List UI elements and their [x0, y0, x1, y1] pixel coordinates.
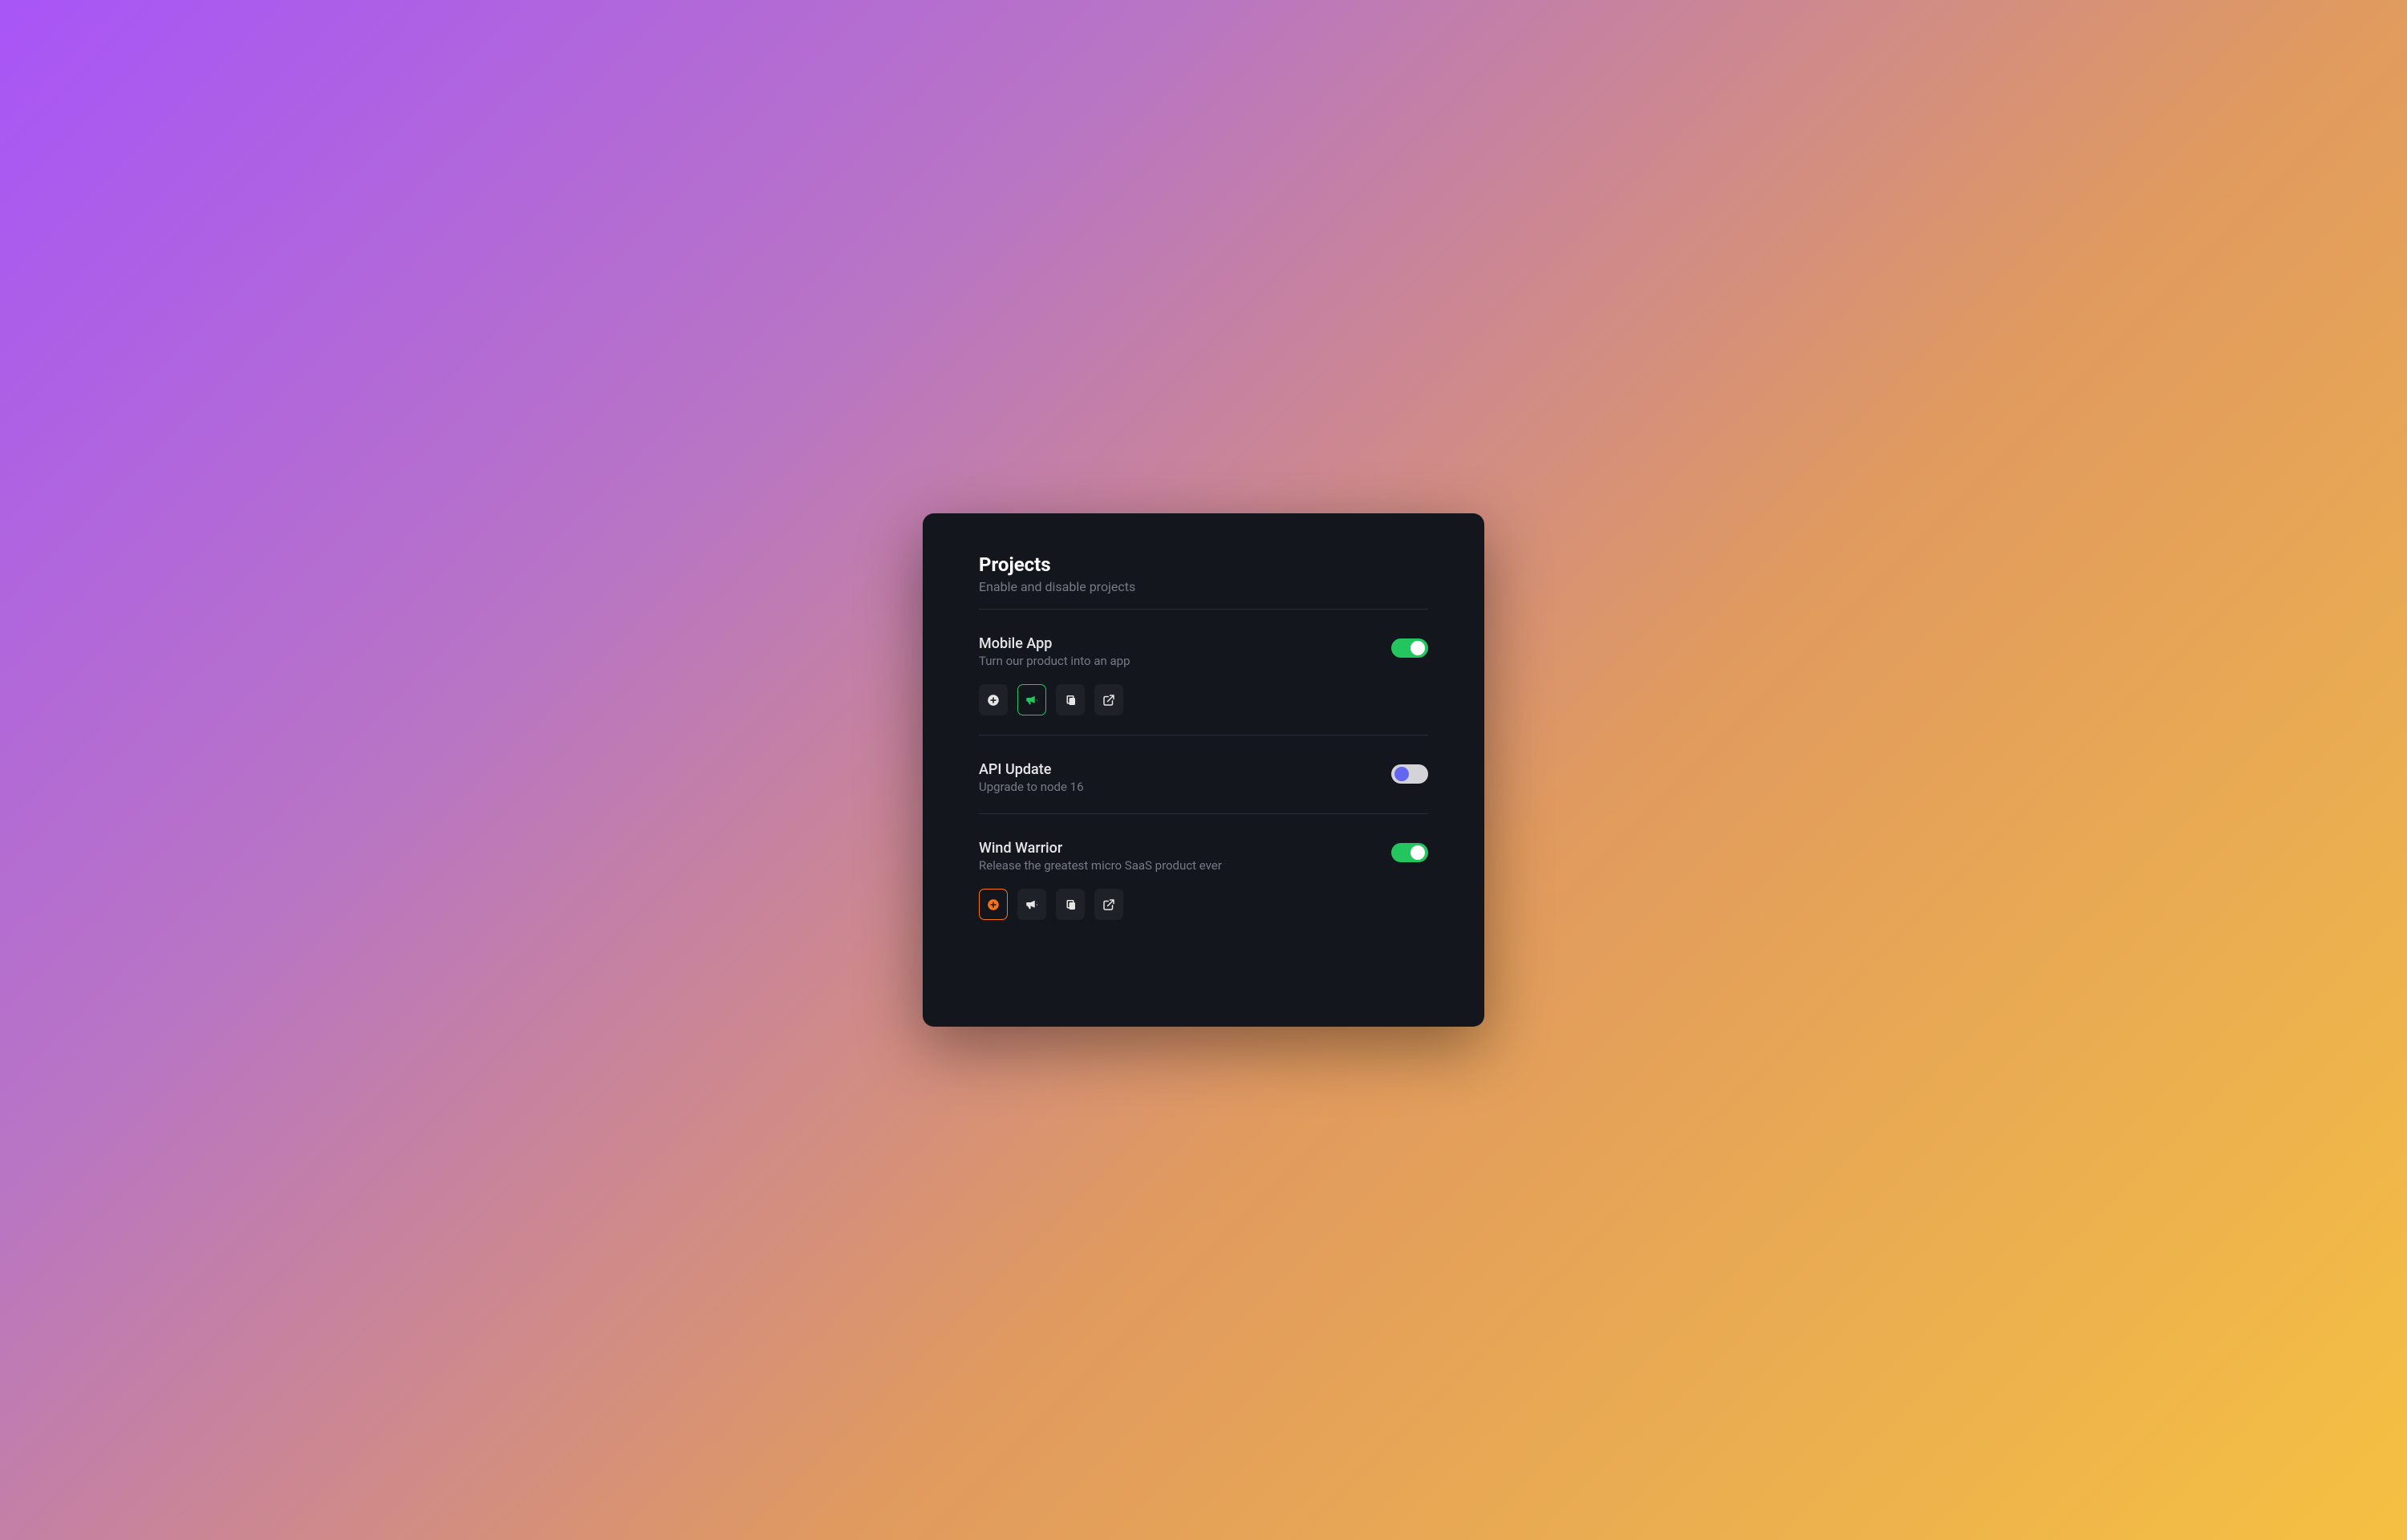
plus-circle-icon [986, 693, 1001, 707]
megaphone-icon [1025, 693, 1039, 707]
toggle-knob [1411, 845, 1425, 860]
action-bar [979, 684, 1428, 715]
project-title: Mobile App [979, 635, 1391, 652]
action-bar [979, 889, 1428, 920]
project-description: Turn our product into an app [979, 654, 1391, 668]
megaphone-button[interactable] [1017, 889, 1046, 920]
project-title: Wind Warrior [979, 840, 1391, 857]
card-subtitle: Enable and disable projects [979, 579, 1428, 594]
project-description: Upgrade to node 16 [979, 780, 1391, 794]
project-row: Mobile App Turn our product into an app [979, 610, 1428, 735]
megaphone-button[interactable] [1017, 684, 1046, 715]
copy-button[interactable] [1056, 684, 1085, 715]
project-row: Wind WarriorRelease the greatest micro S… [979, 814, 1428, 939]
toggle-knob [1394, 767, 1409, 781]
copy-button[interactable] [1056, 889, 1085, 920]
copy-icon [1063, 693, 1078, 707]
enable-toggle[interactable] [1391, 638, 1428, 658]
plus-circle-icon [986, 898, 1001, 912]
external-link-icon [1102, 693, 1116, 707]
enable-toggle[interactable] [1391, 764, 1428, 784]
project-description: Release the greatest micro SaaS product … [979, 858, 1391, 873]
external-link-button[interactable] [1094, 684, 1123, 715]
external-link-button[interactable] [1094, 889, 1123, 920]
project-row: API Update Upgrade to node 16 [979, 736, 1428, 813]
external-link-icon [1102, 898, 1116, 912]
megaphone-icon [1025, 898, 1039, 912]
card-title: Projects [979, 553, 1428, 576]
enable-toggle[interactable] [1391, 843, 1428, 862]
copy-icon [1063, 898, 1078, 912]
plus-circle-button[interactable] [979, 684, 1008, 715]
toggle-knob [1411, 641, 1425, 655]
project-title: API Update [979, 761, 1391, 778]
plus-circle-button[interactable] [979, 889, 1008, 920]
projects-card: Projects Enable and disable projects Mob… [923, 513, 1484, 1027]
